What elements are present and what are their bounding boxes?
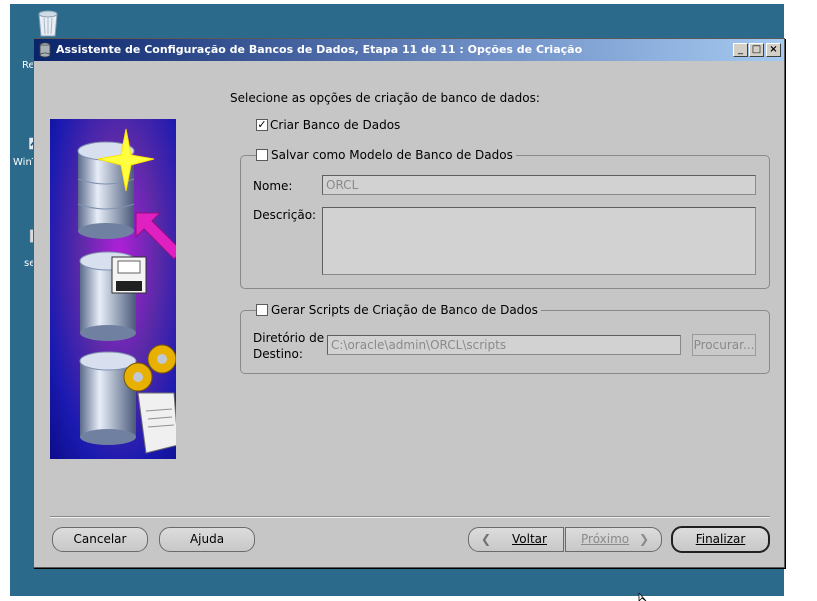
next-button[interactable]: Próximo ❯ <box>565 527 662 552</box>
footer-separator <box>50 516 770 518</box>
generate-scripts-label[interactable]: Gerar Scripts de Criação de Banco de Dad… <box>268 303 541 317</box>
cancel-button[interactable]: Cancelar <box>52 527 148 552</box>
browse-button[interactable]: Procurar... <box>692 334 756 356</box>
sql-scroll-icon <box>137 392 176 454</box>
finish-button[interactable]: Finalizar <box>671 526 770 553</box>
floppy-disk-icon <box>111 256 147 294</box>
gears-icon <box>123 344 176 392</box>
destination-directory-label-line2: Destino: <box>253 347 303 361</box>
title-bar[interactable]: Assistente de Configuração de Bancos de … <box>34 39 784 61</box>
template-name-label: Nome: <box>253 179 293 193</box>
generate-scripts-checkbox[interactable] <box>256 304 268 316</box>
create-database-checkbox[interactable]: ✓ <box>256 119 268 131</box>
close-button[interactable]: × <box>766 43 781 57</box>
destination-directory-input[interactable]: C:\oracle\admin\ORCL\scripts <box>327 335 681 355</box>
pointer-arrow-icon <box>135 212 176 260</box>
dbca-wizard-window: Assistente de Configuração de Bancos de … <box>33 38 785 568</box>
template-description-textarea[interactable] <box>322 207 756 275</box>
window-title: Assistente de Configuração de Bancos de … <box>56 43 583 56</box>
help-button[interactable]: Ajuda <box>159 527 255 552</box>
database-creation-illustration <box>77 128 176 454</box>
database-scripts-cylinder <box>79 351 137 445</box>
options-prompt: Selecione as opções de criação de banco … <box>230 91 540 105</box>
back-button[interactable]: ❮ Voltar <box>468 527 564 552</box>
recycle-bin-icon <box>38 10 58 37</box>
maximize-button[interactable]: □ <box>749 43 764 57</box>
next-button-label: Próximo <box>581 532 630 546</box>
next-arrow-icon: ❯ <box>639 532 650 546</box>
save-template-label[interactable]: Salvar como Modelo de Banco de Dados <box>268 148 516 162</box>
desktop-icon-recycle-bin[interactable]: Re <box>22 8 62 71</box>
wizard-illustration <box>50 119 176 459</box>
save-template-checkbox[interactable] <box>256 149 268 161</box>
minimize-button[interactable]: _ <box>733 43 748 57</box>
finish-button-label: Finalizar <box>695 532 746 546</box>
create-database-label[interactable]: Criar Banco de Dados <box>270 118 400 132</box>
template-description-label: Descrição: <box>253 208 317 222</box>
destination-directory-label-line1: Diretório de <box>253 331 325 345</box>
template-name-input[interactable]: ORCL <box>322 175 756 195</box>
back-button-label: Voltar <box>512 532 547 546</box>
database-app-icon <box>39 42 51 58</box>
back-arrow-icon: ❮ <box>481 532 492 546</box>
mouse-cursor-icon <box>638 593 647 601</box>
